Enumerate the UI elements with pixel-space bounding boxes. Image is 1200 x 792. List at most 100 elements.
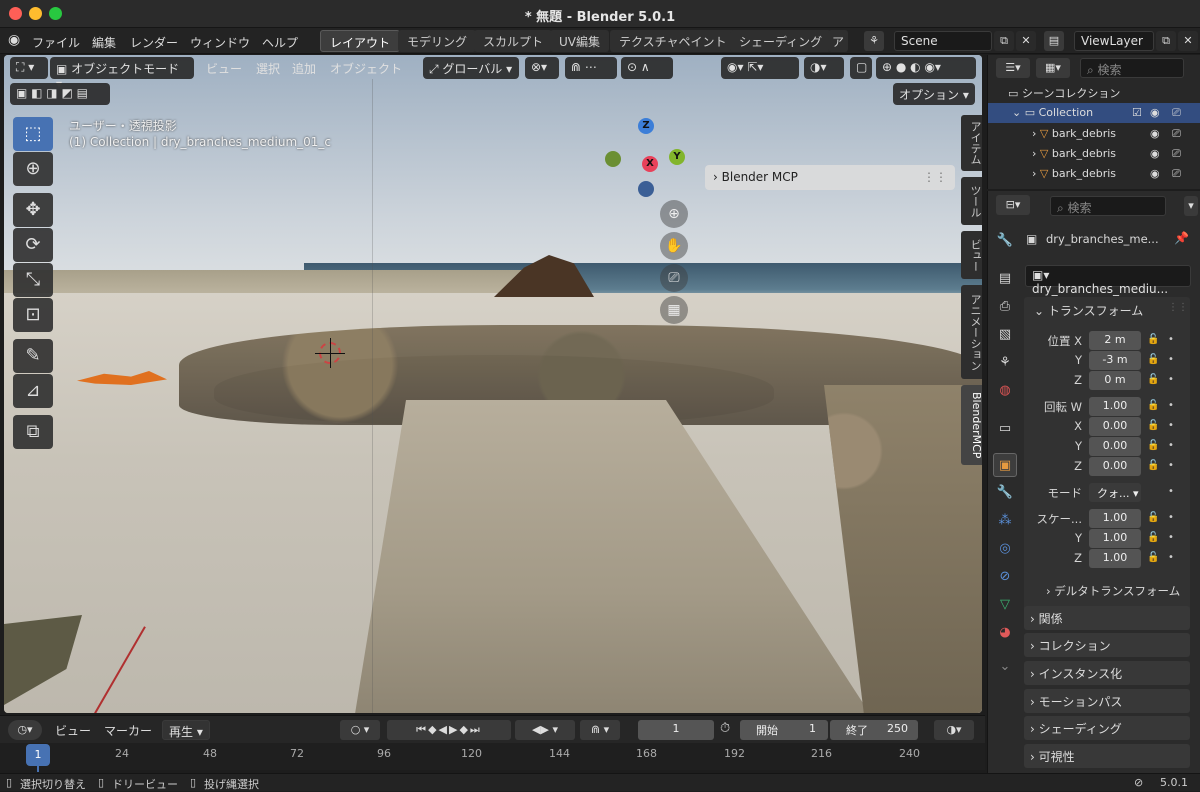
tab-uv-editing[interactable]: UV編集: [550, 30, 609, 52]
menu-edit[interactable]: 編集: [92, 34, 116, 51]
sidebar-tab-animation[interactable]: アニメーション: [961, 285, 982, 379]
lock-icon[interactable]: 🔓: [1147, 532, 1159, 543]
tab-sculpt[interactable]: スカルプト: [474, 30, 553, 52]
mode-selector[interactable]: ▣ オブジェクトモード ▾: [50, 57, 194, 91]
properties-options-icon[interactable]: ▾: [1184, 196, 1198, 216]
gizmo-x-axis[interactable]: X: [642, 156, 658, 172]
tab-shading[interactable]: シェーディング: [730, 30, 832, 52]
outliner-row-object[interactable]: › ▽ bark_debris ◉ ⎚: [988, 124, 1200, 144]
eye-icon[interactable]: ◉: [1150, 167, 1160, 180]
xray-icon[interactable]: ▢: [850, 57, 872, 79]
3d-viewport[interactable]: ⛶ ▾ ▣ オブジェクトモード ▾ ビュー 選択 追加 オブジェクト ⤢ グロー…: [4, 55, 982, 713]
drag-handle-icon[interactable]: ⋮⋮: [923, 170, 947, 184]
view-layer-icon[interactable]: ▤: [1044, 31, 1064, 51]
timeline-menu-marker[interactable]: マーカー: [104, 722, 152, 739]
lock-icon[interactable]: 🔓: [1147, 552, 1159, 563]
tool-tab-icon[interactable]: 🔧: [993, 229, 1017, 253]
render-tab-icon[interactable]: ▤: [993, 267, 1017, 291]
lock-icon[interactable]: 🔓: [1147, 374, 1159, 385]
camera-icon[interactable]: ⎚: [1172, 147, 1181, 161]
auto-keying-icon[interactable]: ⋒ ▾: [580, 720, 620, 740]
tab-modeling[interactable]: モデリング: [398, 30, 477, 52]
gizmo-neg-z-axis[interactable]: [638, 181, 654, 197]
outliner-search-input[interactable]: ⌕ 検索: [1080, 58, 1184, 78]
selection-mode-icon[interactable]: ▣ ◧ ◨ ◩ ▤: [10, 83, 110, 105]
section-visibility[interactable]: › 可視性: [1024, 744, 1190, 768]
camera-icon[interactable]: ⎚: [1172, 127, 1181, 141]
editor-type-icon[interactable]: ⛶ ▾: [10, 57, 48, 79]
keyframe-dot-icon[interactable]: •: [1168, 354, 1174, 365]
viewport-menu-view[interactable]: ビュー: [200, 57, 248, 79]
keyframe-dot-icon[interactable]: •: [1168, 374, 1174, 385]
lock-icon[interactable]: 🔓: [1147, 354, 1159, 365]
new-view-layer-icon[interactable]: ⧉: [1156, 31, 1176, 51]
transform-orientation-selector[interactable]: ⤢ グローバル ▾: [423, 57, 519, 79]
blender-logo-icon[interactable]: ◉: [8, 32, 20, 48]
section-collections[interactable]: › コレクション: [1024, 633, 1190, 657]
delete-scene-icon[interactable]: ✕: [1016, 31, 1036, 51]
constraints-tab-icon[interactable]: ⊘: [993, 565, 1017, 589]
current-frame-field[interactable]: 1: [638, 720, 714, 740]
transform-panel-header[interactable]: ⌄ トランスフォーム: [1034, 302, 1143, 319]
new-scene-icon[interactable]: ⧉: [994, 31, 1014, 51]
scene-tab-icon[interactable]: ⚘: [993, 351, 1017, 375]
data-tab-icon[interactable]: ▽: [993, 593, 1017, 617]
zoom-icon[interactable]: ⊕: [660, 200, 688, 228]
blender-mcp-panel[interactable]: › Blender MCP ⋮⋮: [705, 165, 955, 190]
tab-layout[interactable]: レイアウト: [320, 30, 401, 52]
display-mode-icon[interactable]: ☰▾: [996, 58, 1030, 78]
outliner-row-collection[interactable]: ⌄ ▭ Collection ☑ ◉ ⎚: [988, 103, 1200, 123]
end-frame-field[interactable]: 終了 250: [830, 720, 918, 740]
particles-tab-icon[interactable]: ⁂: [993, 509, 1017, 533]
lock-icon[interactable]: 🔓: [1147, 460, 1159, 471]
lock-icon[interactable]: 🔓: [1147, 420, 1159, 431]
rotation-mode-dropdown[interactable]: クォ... ▾: [1089, 483, 1141, 502]
timeline-options-icon[interactable]: ◑▾: [934, 720, 974, 740]
shading-mode-icon[interactable]: ⊕ ● ◐ ◉▾: [876, 57, 976, 79]
camera-view-icon[interactable]: ⎚: [660, 264, 688, 292]
collection-tab-icon[interactable]: ▭: [993, 417, 1017, 441]
options-button[interactable]: オプション ▾: [893, 83, 975, 105]
keyframe-dot-icon[interactable]: •: [1168, 460, 1174, 471]
annotate-tool-icon[interactable]: ✎: [13, 339, 53, 373]
timeline-track[interactable]: 1 24 48 72 96 120 144 168 192 216 240: [0, 743, 985, 772]
pin-icon[interactable]: 📌: [1174, 231, 1189, 245]
snap-icon[interactable]: ⋒ ⋯: [565, 57, 617, 79]
filter-icon[interactable]: ▦▾: [1036, 58, 1070, 78]
view-layer-selector[interactable]: ViewLayer: [1074, 31, 1154, 51]
properties-search-input[interactable]: ⌕ 検索: [1050, 196, 1166, 216]
delete-view-layer-icon[interactable]: ✕: [1178, 31, 1198, 51]
properties-editor-icon[interactable]: ⊟▾: [996, 195, 1030, 215]
object-name-field[interactable]: ▣▾ dry_branches_mediu...: [1025, 265, 1191, 296]
cursor-tool-icon[interactable]: ⊕: [13, 152, 53, 186]
lock-icon[interactable]: 🔓: [1147, 400, 1159, 411]
menu-window[interactable]: ウィンドウ: [190, 34, 250, 51]
rotation-z-field[interactable]: 0.00: [1089, 457, 1141, 476]
keyframe-dot-icon[interactable]: •: [1168, 420, 1174, 431]
eye-icon[interactable]: ◉: [1150, 147, 1160, 160]
keyframe-dot-icon[interactable]: •: [1168, 486, 1174, 497]
keyframe-dot-icon[interactable]: •: [1168, 552, 1174, 563]
keyframe-dot-icon[interactable]: •: [1168, 512, 1174, 523]
viewport-menu-add[interactable]: 追加: [286, 57, 322, 79]
delta-transform-subpanel[interactable]: › デルタトランスフォーム: [1046, 583, 1180, 599]
viewport-menu-select[interactable]: 選択: [250, 57, 286, 79]
tab-animation[interactable]: ア: [828, 30, 849, 52]
camera-icon[interactable]: ⎚: [1172, 167, 1181, 181]
playhead[interactable]: 1: [26, 744, 50, 766]
world-tab-icon[interactable]: ◍: [993, 379, 1017, 403]
chevron-right-icon[interactable]: ›: [1032, 167, 1036, 180]
checkbox-icon[interactable]: ☑: [1132, 106, 1142, 119]
drag-handle-icon[interactable]: ⋮⋮: [1168, 302, 1188, 313]
select-box-tool-icon[interactable]: ⬚: [13, 117, 53, 151]
proportional-edit-icon[interactable]: ⊙ ∧: [621, 57, 673, 79]
add-cube-tool-icon[interactable]: ⧉: [13, 415, 53, 449]
tab-texture-paint[interactable]: テクスチャペイント: [610, 30, 736, 52]
lock-icon[interactable]: 🔓: [1147, 440, 1159, 451]
camera-icon[interactable]: ⎚: [1172, 106, 1181, 120]
outliner-row-object[interactable]: › ▽ bark_debris ◉ ⎚: [988, 164, 1200, 184]
scene-icon[interactable]: ⚘: [864, 31, 884, 51]
gizmo-y-axis[interactable]: Y: [669, 149, 685, 165]
keyframe-jump-icon[interactable]: ◀▶ ▾: [515, 720, 575, 740]
viewport-menu-object[interactable]: オブジェクト: [324, 57, 408, 79]
